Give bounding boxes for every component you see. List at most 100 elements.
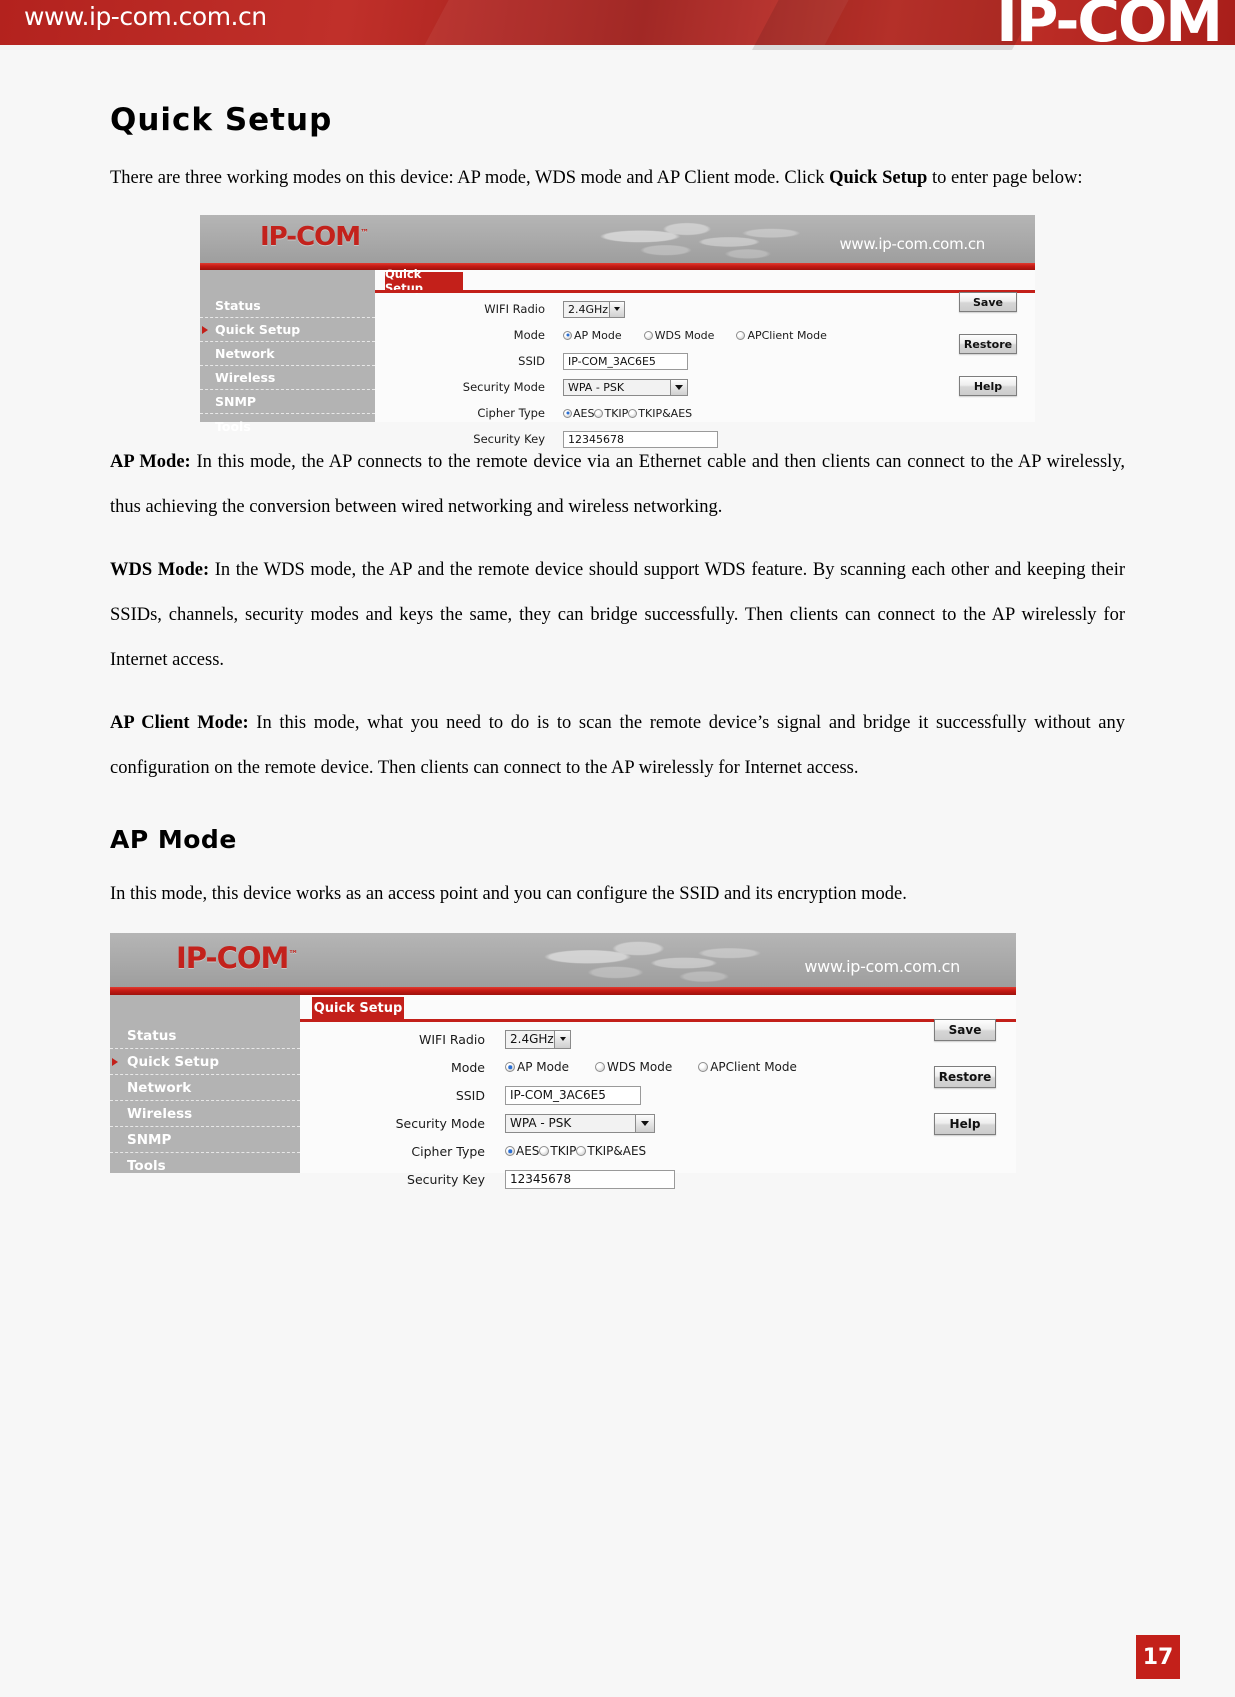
sidebar-item-wireless-2[interactable]: Wireless — [110, 1101, 300, 1127]
mode-option-wds-1[interactable]: WDS Mode — [643, 329, 714, 342]
security-key-label-1: Security Key — [473, 432, 545, 446]
chevron-down-icon-2b — [641, 1120, 649, 1126]
mode-option-label-ap-2: AP Mode — [517, 1060, 569, 1074]
wifi-radio-select-2[interactable]: 2.4GHz — [505, 1029, 571, 1049]
cipher-option-aes-1[interactable]: AES — [563, 407, 594, 420]
sidebar-item-status-1[interactable]: Status — [200, 294, 375, 318]
ap-client-mode-text: In this mode, what you need to do is to … — [110, 713, 1125, 778]
security-key-control-2: 12345678 — [485, 1169, 675, 1189]
radio-icon-ap-1[interactable] — [563, 330, 572, 340]
radio-icon-tkipaes-1[interactable] — [628, 408, 638, 418]
router-accent-bar-1 — [200, 263, 1035, 270]
security-key-input-1[interactable]: 12345678 — [563, 430, 718, 448]
intro-text-1: There are three working modes on this de… — [110, 168, 830, 188]
router-screenshot-1: IP-COM™ www.ip-com.com.cn Status Quick S… — [200, 215, 1035, 448]
security-key-control-1: 12345678 — [545, 430, 718, 448]
ssid-label-2: SSID — [455, 1087, 485, 1103]
cipher-option-label-tkipaes-1: TKIP&AES — [638, 406, 693, 420]
action-buttons-2: Save Restore Help — [934, 1019, 996, 1135]
chevron-down-icon-2a — [559, 1037, 566, 1041]
ap-mode-label: AP Mode: — [110, 452, 191, 472]
sidebar-item-tools-1[interactable]: Tools — [200, 414, 375, 438]
save-button-2[interactable]: Save — [934, 1019, 996, 1041]
router-header-2: IP-COM™ www.ip-com.com.cn — [110, 933, 1016, 987]
sidebar-item-snmp-2[interactable]: SNMP — [110, 1127, 300, 1153]
tab-quick-setup-1[interactable]: Quick Setup — [385, 267, 463, 295]
mode-option-apclient-1[interactable]: APClient Mode — [736, 329, 827, 342]
cipher-option-tkipaes-2[interactable]: TKIP&AES — [576, 1144, 646, 1158]
sidebar-item-network-1[interactable]: Network — [200, 342, 375, 366]
security-mode-dropdown-button-2[interactable] — [635, 1114, 654, 1132]
restore-button-1[interactable]: Restore — [959, 334, 1017, 354]
help-button-2[interactable]: Help — [934, 1113, 996, 1135]
sidebar-item-wireless-1[interactable]: Wireless — [200, 366, 375, 390]
mode-option-apclient-2[interactable]: APClient Mode — [698, 1060, 797, 1074]
save-button-1[interactable]: Save — [959, 292, 1017, 312]
cipher-radio-group-2: AES TKIP TKIP&AES — [485, 1144, 646, 1158]
sidebar-item-label-2b: Quick Setup — [127, 1053, 220, 1070]
mode-option-wds-2[interactable]: WDS Mode — [594, 1060, 672, 1074]
sidebar-item-label-1a: Status — [215, 298, 261, 313]
radio-icon-tkip-1[interactable] — [594, 408, 604, 418]
radio-icon-wds-1[interactable] — [643, 330, 653, 340]
radio-icon-apclient-2[interactable] — [698, 1062, 709, 1072]
radio-icon-apclient-1[interactable] — [736, 330, 746, 340]
site-banner: www.ip-com.com.cn IP-COM — [0, 0, 1235, 50]
form-row-ssid-1: SSID IP-COM_3AC6E5 — [375, 348, 1035, 374]
sidebar-item-quick-setup-1[interactable]: Quick Setup — [200, 318, 375, 342]
wifi-radio-dropdown-button-2[interactable] — [554, 1030, 570, 1048]
trademark-symbol-1: ™ — [360, 228, 369, 239]
cipher-type-label-2: Cipher Type — [411, 1143, 485, 1159]
wifi-radio-label-1: WIFI Radio — [484, 302, 545, 316]
ssid-input-1[interactable]: IP-COM_3AC6E5 — [563, 352, 688, 370]
sidebar-item-network-2[interactable]: Network — [110, 1075, 300, 1101]
security-key-input-2[interactable]: 12345678 — [505, 1169, 675, 1189]
wifi-radio-dropdown-button-1[interactable] — [609, 301, 624, 317]
router-header-url-2: www.ip-com.com.cn — [804, 957, 960, 976]
radio-icon-aes-2[interactable] — [505, 1146, 515, 1156]
radio-icon-tkipaes-2[interactable] — [576, 1146, 587, 1156]
cipher-option-tkip-2[interactable]: TKIP — [539, 1144, 576, 1158]
security-mode-dropdown-button-1[interactable] — [670, 379, 687, 395]
tab-quick-setup-2[interactable]: Quick Setup — [312, 997, 404, 1019]
cipher-option-tkip-1[interactable]: TKIP — [594, 407, 628, 420]
radio-icon-aes-1[interactable] — [563, 408, 572, 418]
wds-mode-paragraph: WDS Mode: In the WDS mode, the AP and th… — [110, 548, 1125, 683]
security-mode-select-1[interactable]: WPA - PSK — [563, 378, 688, 396]
sidebar-item-snmp-1[interactable]: SNMP — [200, 390, 375, 414]
sidebar-item-tools-2[interactable]: Tools — [110, 1153, 300, 1179]
security-mode-select-2[interactable]: WPA - PSK — [505, 1113, 655, 1133]
mode-radio-group-2: AP Mode WDS Mode APClient Mode — [485, 1060, 797, 1074]
page-number-badge: 17 — [1136, 1635, 1180, 1679]
form-row-wifi-radio-1: WIFI Radio 2.4GHz — [375, 296, 1035, 322]
wifi-radio-select-1[interactable]: 2.4GHz — [563, 300, 625, 318]
cipher-option-tkipaes-1[interactable]: TKIP&AES — [628, 407, 692, 420]
cipher-option-label-tkip-2: TKIP — [550, 1144, 577, 1158]
sidebar-item-status-2[interactable]: Status — [110, 1023, 300, 1049]
help-button-1[interactable]: Help — [959, 376, 1017, 396]
restore-button-2[interactable]: Restore — [934, 1066, 996, 1088]
form-row-mode-2: Mode AP Mode WDS Mode APClient Mode — [300, 1053, 1016, 1081]
security-key-label-2: Security Key — [407, 1171, 485, 1187]
sidebar-item-quick-setup-2[interactable]: Quick Setup — [110, 1049, 300, 1075]
banner-logo: IP-COM — [996, 0, 1223, 50]
ssid-input-2[interactable]: IP-COM_3AC6E5 — [505, 1085, 641, 1105]
router-screenshot-2: IP-COM™ www.ip-com.com.cn Status Quick S… — [110, 933, 1016, 1189]
page-title: Quick Setup — [110, 102, 333, 138]
radio-icon-ap-2[interactable] — [505, 1062, 515, 1072]
cipher-option-aes-2[interactable]: AES — [505, 1144, 539, 1158]
router-logo-1: IP-COM™ — [260, 222, 369, 252]
mode-option-ap-1[interactable]: AP Mode — [563, 329, 622, 342]
router-header-url-1: www.ip-com.com.cn — [839, 235, 985, 253]
sidebar-item-label-1b: Quick Setup — [215, 322, 301, 337]
ap-client-mode-paragraph: AP Client Mode: In this mode, what you n… — [110, 701, 1125, 791]
section2-paragraph: In this mode, this device works as an ac… — [110, 884, 907, 904]
router-logo-text-1: IP-COM — [260, 222, 361, 252]
radio-icon-wds-2[interactable] — [594, 1062, 605, 1072]
mode-option-ap-2[interactable]: AP Mode — [505, 1060, 569, 1074]
radio-icon-tkip-2[interactable] — [539, 1146, 550, 1156]
router-sidebar-1: Status Quick Setup Network Wireless SNMP… — [200, 270, 375, 434]
ssid-control-1: IP-COM_3AC6E5 — [545, 352, 688, 370]
